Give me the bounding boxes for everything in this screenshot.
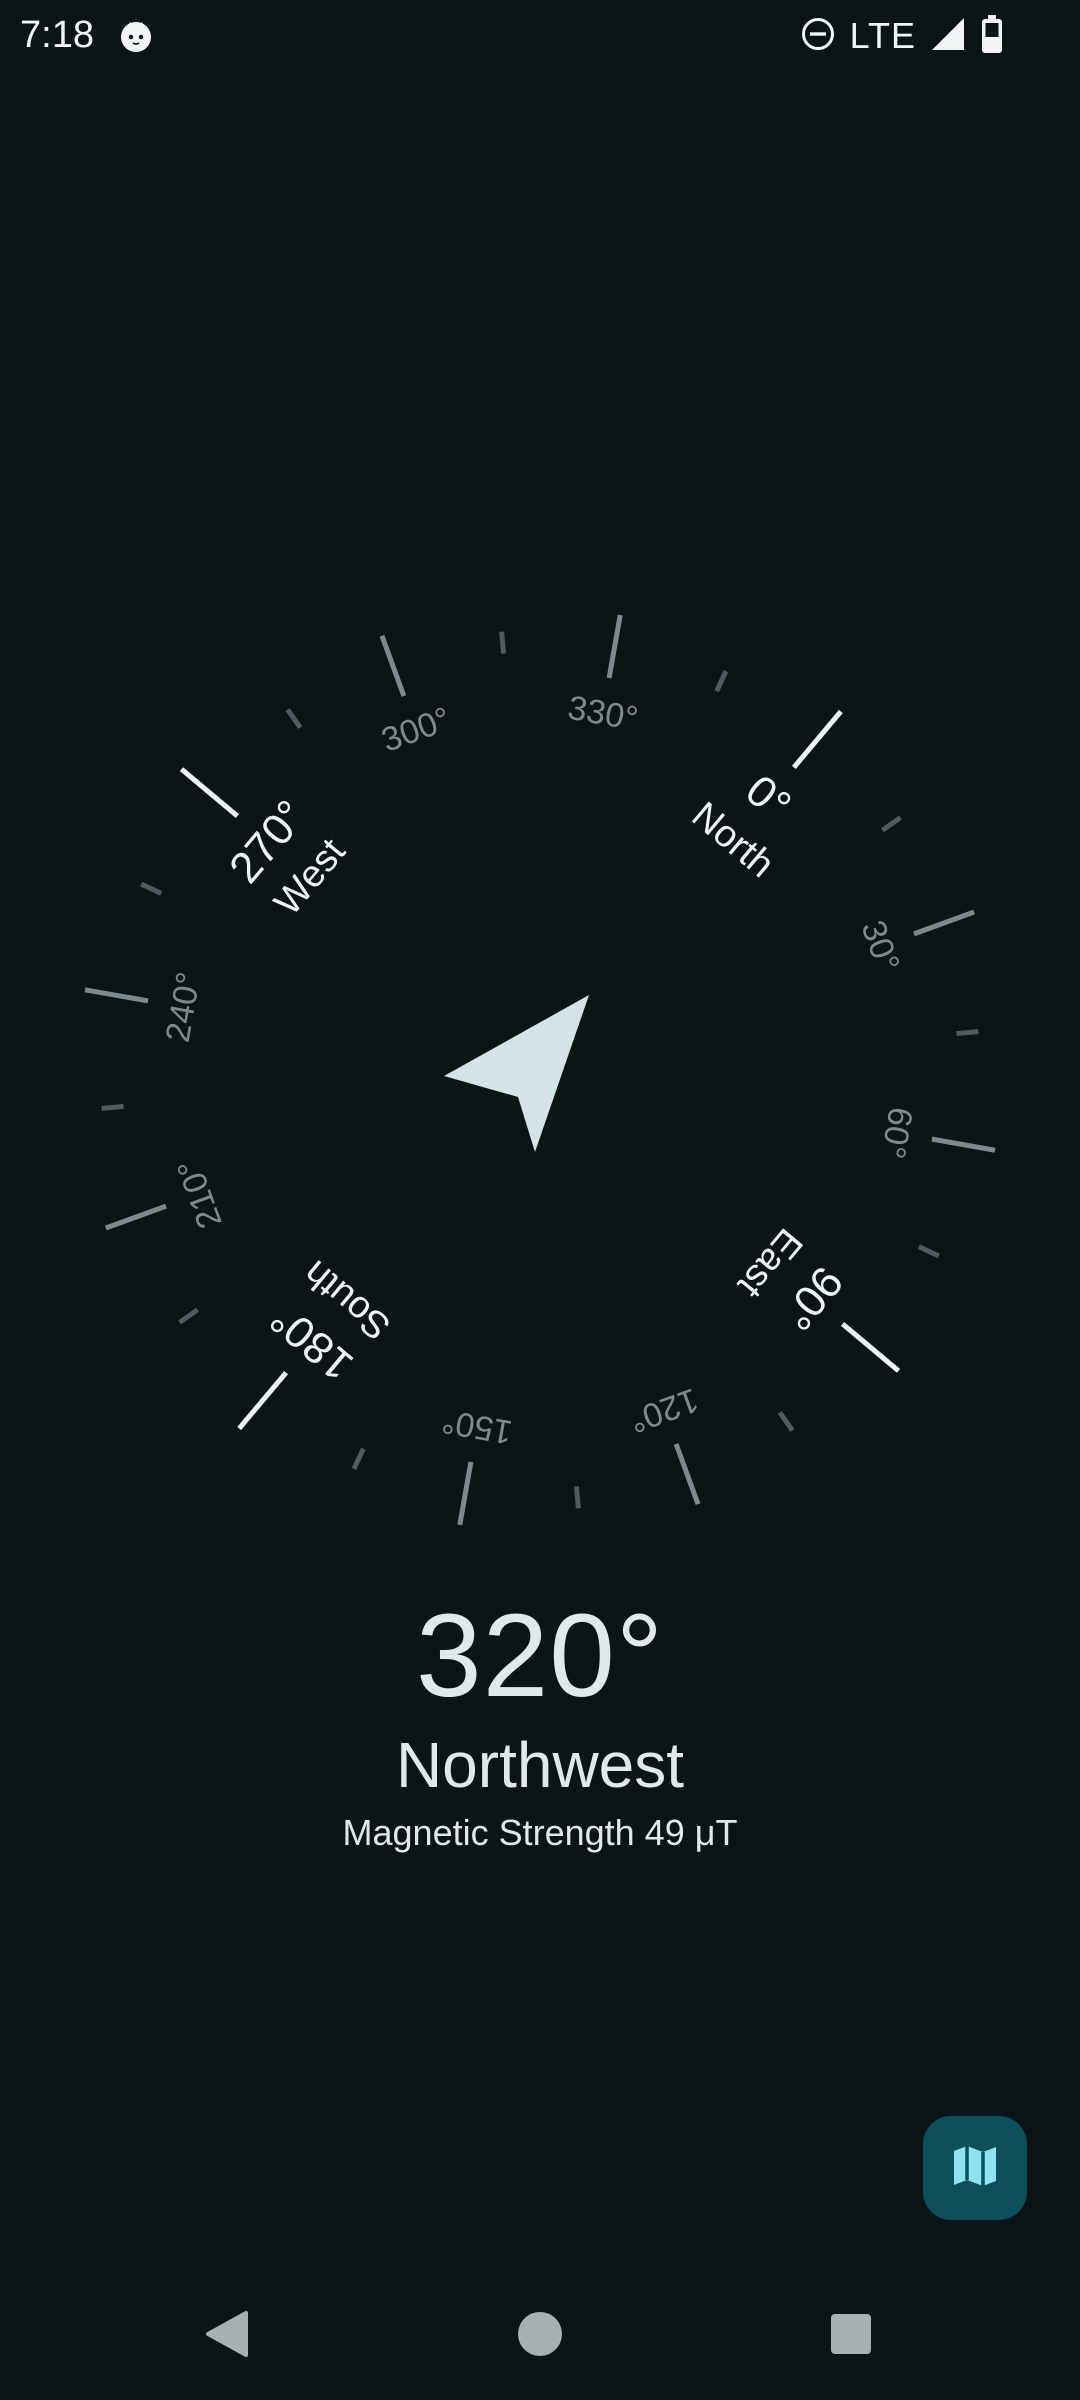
degree-label-300: 300° <box>377 700 456 760</box>
do-not-disturb-icon <box>800 16 836 57</box>
degree-label-150: 150° <box>439 1402 515 1452</box>
degree-label-330: 330° <box>565 689 641 739</box>
status-bar: 7:18 LTE <box>0 0 1080 74</box>
network-type: LTE <box>849 15 916 56</box>
navigation-bar <box>0 2272 1080 2400</box>
compass-tick <box>178 1307 200 1325</box>
degree-label-30: 30° <box>854 916 907 977</box>
recents-square-icon <box>829 2312 873 2361</box>
degree-label-240: 240° <box>159 969 209 1045</box>
compass-tick <box>573 1486 581 1509</box>
compass-tick <box>101 1103 124 1111</box>
heading-value: 320° <box>415 1590 665 1722</box>
compass-tick <box>777 1410 795 1432</box>
magnetic-strength: Magnetic Strength 49 μT <box>0 1812 1080 1854</box>
compass-tick <box>379 635 407 697</box>
back-button[interactable] <box>167 2272 287 2400</box>
cellular-signal-icon <box>930 16 966 57</box>
map-icon <box>950 2141 1000 2196</box>
compass-tick <box>917 1244 940 1259</box>
navigation-arrow-icon <box>444 995 589 1152</box>
degree-label-210: 210° <box>170 1154 230 1233</box>
degree-label-120: 120° <box>624 1380 703 1440</box>
cardinal-degree-north: 0° <box>736 766 800 831</box>
compass-tick <box>913 909 975 937</box>
compass-tick <box>673 1443 701 1505</box>
compass-tick <box>956 1029 979 1037</box>
compass-tick <box>499 631 507 654</box>
degree-label-60: 60° <box>873 1104 919 1161</box>
compass-tick <box>457 1461 474 1526</box>
back-triangle-icon <box>204 2309 250 2364</box>
compass-tick <box>931 1136 996 1153</box>
status-right-group: LTE <box>800 14 1004 58</box>
status-time: 7:18 <box>20 14 94 56</box>
compass-tick <box>606 614 623 679</box>
compass-tick <box>791 709 843 770</box>
direction-name: Northwest <box>395 1729 685 1801</box>
compass-dial: 0° North 90° East 180° South 270° West 30° 60° 120… <box>0 540 1080 1540</box>
compass-tick <box>179 767 240 819</box>
recents-button[interactable] <box>791 2272 911 2400</box>
magnetic-strength-text: Magnetic Strength 49 μT <box>342 1812 738 1853</box>
compass-tick <box>880 815 902 833</box>
map-button[interactable] <box>923 2116 1027 2220</box>
home-button[interactable] <box>480 2272 600 2400</box>
compass-tick <box>237 1370 289 1431</box>
cat-face-icon <box>118 18 154 54</box>
compass-tick <box>351 1447 366 1470</box>
battery-icon <box>980 14 1004 59</box>
compass-tick <box>285 708 303 730</box>
compass-tick <box>84 987 149 1004</box>
compass-tick <box>140 881 163 896</box>
compass-svg: 0°North90°East180°South270°West30°60°120… <box>84 614 996 1526</box>
compass-tick <box>840 1321 901 1373</box>
compass-tick <box>105 1203 167 1231</box>
compass-tick <box>714 670 729 693</box>
home-circle-icon <box>516 2310 564 2363</box>
